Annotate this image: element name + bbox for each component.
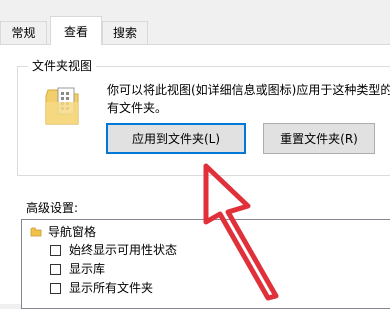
tab-bar: 常规 查看 搜索 <box>0 0 390 45</box>
reset-folders-button[interactable]: 重置文件夹(R) <box>263 123 375 154</box>
checkbox[interactable] <box>50 244 61 256</box>
advanced-settings-label: 高级设置: <box>26 201 79 215</box>
tab-search[interactable]: 搜索 <box>102 21 148 44</box>
option-label: 显示库 <box>69 262 106 276</box>
description-line-2: 有文件夹。 <box>107 101 168 115</box>
nav-pane-node[interactable]: 导航窗格 <box>30 223 96 241</box>
show-all-folders-option[interactable]: 显示所有文件夹 <box>50 279 153 297</box>
folder-views-description: 你可以将此视图(如详细信息或图标)应用于这种类型的 有文件夹。 <box>107 81 390 117</box>
option-label: 始终显示可用性状态 <box>69 243 178 257</box>
option-label: 显示所有文件夹 <box>69 281 154 295</box>
checkbox[interactable] <box>50 282 61 294</box>
checkbox[interactable] <box>50 263 61 275</box>
apply-to-folders-button[interactable]: 应用到文件夹(L) <box>106 123 246 154</box>
folder-views-title: 文件夹视图 <box>28 58 97 74</box>
description-line-1: 你可以将此视图(如详细信息或图标)应用于这种类型的 <box>107 83 390 97</box>
folder-icon <box>30 227 42 237</box>
tab-view[interactable]: 查看 <box>50 16 102 45</box>
nav-pane-label: 导航窗格 <box>48 225 97 239</box>
always-show-availability-option[interactable]: 始终显示可用性状态 <box>50 241 177 259</box>
show-libraries-option[interactable]: 显示库 <box>50 260 105 278</box>
tab-general[interactable]: 常规 <box>0 21 47 44</box>
folder-view-icon <box>45 87 79 125</box>
